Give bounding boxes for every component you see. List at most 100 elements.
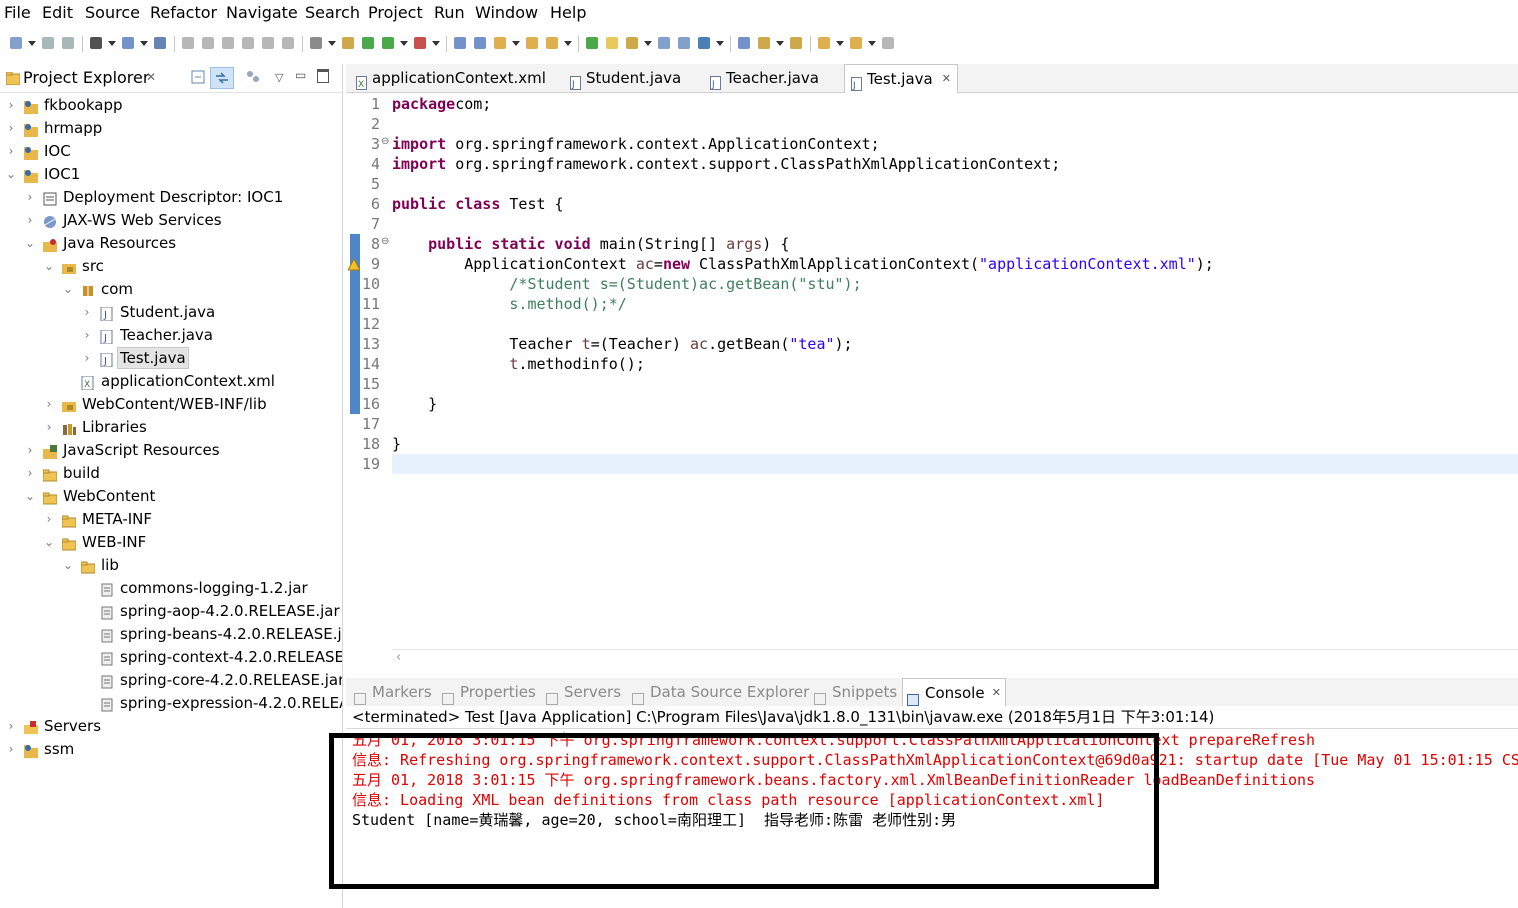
- tree-item[interactable]: ⌄ lib: [0, 554, 342, 576]
- new-icon[interactable]: [8, 35, 24, 51]
- menu-project[interactable]: Project: [368, 3, 423, 22]
- chevron-right-icon[interactable]: ›: [44, 508, 54, 530]
- search-icon[interactable]: [544, 35, 560, 51]
- chevron-right-icon[interactable]: ›: [6, 738, 16, 760]
- chevron-right-icon[interactable]: ›: [44, 393, 54, 415]
- editor-tab-teacher-java[interactable]: J Teacher.java: [704, 64, 842, 92]
- tree-item[interactable]: spring-expression-4.2.0.RELEASE.jar: [0, 692, 342, 714]
- link-editor-icon[interactable]: [210, 67, 234, 89]
- console-icon[interactable]: [120, 35, 136, 51]
- step-return-icon[interactable]: [308, 35, 324, 51]
- tree-item[interactable]: ⌄ IOC1: [0, 163, 342, 185]
- tree-item[interactable]: ⌄ Java Resources: [0, 232, 342, 254]
- view-tab-properties[interactable]: Properties: [438, 678, 538, 706]
- disconnect-icon[interactable]: [240, 35, 256, 51]
- tree-item[interactable]: › ssm: [0, 738, 342, 760]
- save-all-icon[interactable]: [60, 35, 76, 51]
- chevron-right-icon[interactable]: ›: [82, 324, 92, 346]
- tree-item[interactable]: › hrmapp: [0, 117, 342, 139]
- forward-icon[interactable]: [880, 35, 896, 51]
- tree-item[interactable]: › J Student.java: [0, 301, 342, 323]
- resume-icon[interactable]: [180, 35, 196, 51]
- chevron-right-icon[interactable]: ›: [6, 117, 16, 139]
- browser-icon[interactable]: [696, 35, 712, 51]
- fold-icon-import[interactable]: ⊖: [381, 136, 389, 147]
- project-explorer-title[interactable]: Project Explorer: [23, 68, 149, 87]
- chevron-right-icon[interactable]: ›: [6, 140, 16, 162]
- menu-navigate[interactable]: Navigate: [226, 3, 298, 22]
- step-over-icon[interactable]: [280, 35, 296, 51]
- chevron-down-icon[interactable]: ⌄: [44, 255, 54, 277]
- next-annotation-dropdown-icon[interactable]: [776, 41, 784, 46]
- fold-icon-main[interactable]: ⊖: [381, 236, 389, 247]
- chevron-right-icon[interactable]: ›: [82, 301, 92, 323]
- view-tab-markers[interactable]: Markers: [350, 678, 434, 706]
- show-whitespace-dropdown-icon[interactable]: [644, 41, 652, 46]
- menu-help[interactable]: Help: [550, 3, 586, 22]
- tree-item[interactable]: spring-beans-4.2.0.RELEASE.jar: [0, 623, 342, 645]
- console-dropdown-icon[interactable]: [140, 41, 148, 46]
- external-tools-icon[interactable]: [412, 35, 428, 51]
- view-tab-snippets[interactable]: Snippets: [810, 678, 898, 706]
- search-dropdown-icon[interactable]: [564, 41, 572, 46]
- tree-item[interactable]: › build: [0, 462, 342, 484]
- profile-dropdown-icon[interactable]: [108, 41, 116, 46]
- step-return-dropdown-icon[interactable]: [328, 41, 336, 46]
- suspend-icon[interactable]: [200, 35, 216, 51]
- editor-tab-applicationcontext-xml[interactable]: XapplicationContext.xml: [350, 64, 562, 92]
- prev-annotation-icon[interactable]: [788, 35, 804, 51]
- chevron-down-icon[interactable]: ⌄: [44, 531, 54, 553]
- tree-item[interactable]: › Libraries: [0, 416, 342, 438]
- tree-item[interactable]: › META-INF: [0, 508, 342, 530]
- new-class-icon[interactable]: [472, 35, 488, 51]
- tree-item[interactable]: › JAX-WS Web Services: [0, 209, 342, 231]
- view-menu-icon[interactable]: ▽: [275, 71, 283, 84]
- editor-tab-test-java[interactable]: J Test.java ✕: [844, 64, 958, 93]
- tree-item[interactable]: › IOC: [0, 140, 342, 162]
- step-into-icon[interactable]: [260, 35, 276, 51]
- run-coverage-dropdown-icon[interactable]: [400, 41, 408, 46]
- next-annotation-icon[interactable]: [756, 35, 772, 51]
- tree-item[interactable]: › Deployment Descriptor: IOC1: [0, 186, 342, 208]
- annotations-icon[interactable]: [736, 35, 752, 51]
- view-tab-data-source-explorer[interactable]: Data Source Explorer: [628, 678, 809, 706]
- tree-item[interactable]: ⌄ com: [0, 278, 342, 300]
- tree-item[interactable]: ⌄ WEB-INF: [0, 531, 342, 553]
- open-task-icon[interactable]: [524, 35, 540, 51]
- chevron-right-icon[interactable]: ›: [6, 94, 16, 116]
- chevron-down-icon[interactable]: ⌄: [6, 163, 16, 185]
- show-all-icon[interactable]: [676, 35, 692, 51]
- tree-item[interactable]: › J Test.java: [0, 347, 342, 369]
- browser-dropdown-icon[interactable]: [716, 41, 724, 46]
- menu-search[interactable]: Search: [305, 3, 360, 22]
- back-icon[interactable]: [848, 35, 864, 51]
- menu-run[interactable]: Run: [434, 3, 465, 22]
- tree-item[interactable]: › JavaScript Resources: [0, 439, 342, 461]
- tree-item[interactable]: › Servers: [0, 715, 342, 737]
- run-coverage-icon[interactable]: [380, 35, 396, 51]
- collapse-all-icon[interactable]: [191, 70, 205, 84]
- menu-file[interactable]: File: [4, 3, 31, 22]
- tree-item[interactable]: ⌄ src: [0, 255, 342, 277]
- tree-item[interactable]: commons-logging-1.2.jar: [0, 577, 342, 599]
- code-editor[interactable]: ⊖ ⊖ 1 packagecom; 2 3 import org.springframe…: [346, 93, 1518, 668]
- debug-icon[interactable]: [340, 35, 356, 51]
- chevron-right-icon[interactable]: ›: [25, 462, 35, 484]
- menu-refactor[interactable]: Refactor: [150, 3, 217, 22]
- show-whitespace-icon[interactable]: [624, 35, 640, 51]
- last-edit-icon[interactable]: [816, 35, 832, 51]
- tree-item[interactable]: spring-aop-4.2.0.RELEASE.jar: [0, 600, 342, 622]
- open-type-icon[interactable]: [492, 35, 508, 51]
- close-icon[interactable]: ✕: [942, 65, 951, 93]
- new-dropdown-icon[interactable]: [28, 41, 36, 46]
- editor-tab-student-java[interactable]: J Student.java: [564, 64, 702, 92]
- chevron-right-icon[interactable]: ›: [6, 715, 16, 737]
- tree-item[interactable]: spring-core-4.2.0.RELEASE.jar: [0, 669, 342, 691]
- mark-occurrences-icon[interactable]: [604, 35, 620, 51]
- save-icon[interactable]: [40, 35, 56, 51]
- tree-item[interactable]: spring-context-4.2.0.RELEASE.jar: [0, 646, 342, 668]
- chevron-down-icon[interactable]: ⌄: [25, 485, 35, 507]
- profile-icon[interactable]: [88, 35, 104, 51]
- tree-item[interactable]: ⌄ WebContent: [0, 485, 342, 507]
- tree-item[interactable]: XapplicationContext.xml: [0, 370, 342, 392]
